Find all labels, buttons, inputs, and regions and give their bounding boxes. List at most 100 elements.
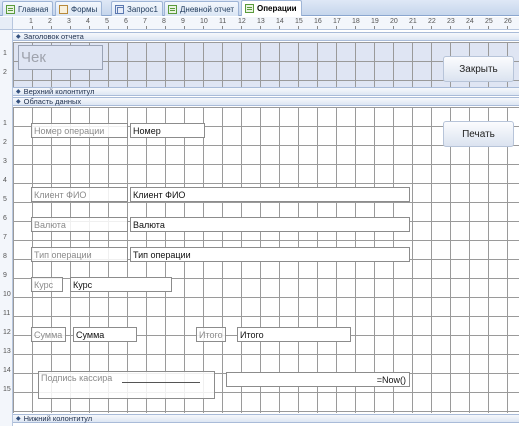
- ruler-tick: [507, 26, 508, 29]
- tab-label: Дневной отчет: [180, 4, 235, 14]
- section-label: Верхний колонтитул: [23, 87, 95, 96]
- ruler-tick: [203, 26, 204, 29]
- vertical-ruler[interactable]: 1 2 1 2 3 4 5 6 7 8 9 10 11 12 13 14 15: [0, 30, 13, 426]
- ruler-number: 4: [86, 18, 90, 25]
- report-icon: [6, 4, 15, 14]
- ruler-number: 3: [67, 18, 71, 25]
- rate-label[interactable]: Курс: [31, 277, 63, 292]
- ruler-tick: [222, 26, 223, 29]
- ruler-number: 13: [257, 18, 265, 25]
- tab-formy[interactable]: Формы: [55, 1, 103, 16]
- collapse-arrow-icon: ◆: [16, 99, 21, 105]
- ruler-number: 10: [200, 18, 208, 25]
- ruler-tick: [108, 26, 109, 29]
- signature-line: [122, 382, 200, 383]
- ruler-number: 8: [162, 18, 166, 25]
- ruler-number: 1: [3, 120, 7, 127]
- number-label[interactable]: Номер операции: [31, 123, 128, 138]
- ruler-tick: [241, 26, 242, 29]
- ruler-number: 8: [3, 253, 7, 260]
- client-field[interactable]: Клиент ФИО: [130, 187, 410, 202]
- ruler-tick: [260, 26, 261, 29]
- ruler-number: 16: [314, 18, 322, 25]
- close-button[interactable]: Закрыть: [443, 56, 514, 82]
- ruler-number: 6: [124, 18, 128, 25]
- collapse-arrow-icon: ◆: [16, 416, 21, 422]
- ruler-tick: [279, 26, 280, 29]
- query-icon: [115, 4, 124, 14]
- ruler-tick: [412, 26, 413, 29]
- section-label: Область данных: [23, 97, 82, 106]
- ruler-number: 4: [3, 177, 7, 184]
- ruler-number: 3: [3, 158, 7, 165]
- rate-field[interactable]: Курс: [70, 277, 172, 292]
- ruler-tick: [488, 26, 489, 29]
- tab-label: Операции: [257, 4, 297, 13]
- number-field[interactable]: Номер: [130, 123, 205, 138]
- ruler-number: 26: [504, 18, 512, 25]
- report-icon: [245, 4, 254, 13]
- document-tab-bar: Главная Формы Запрос1 Дневной отчет Опер…: [0, 0, 519, 16]
- ruler-tick: [146, 26, 147, 29]
- ruler-number: 10: [3, 291, 11, 298]
- operation-type-field[interactable]: Тип операции: [130, 247, 410, 262]
- signature-label[interactable]: Подпись кассира: [38, 371, 215, 399]
- sum-field[interactable]: Сумма: [73, 327, 137, 342]
- ruler-number: 13: [3, 348, 11, 355]
- report-title-label[interactable]: Чек: [18, 45, 103, 70]
- tab-glavnaya[interactable]: Главная: [2, 1, 54, 16]
- horizontal-ruler[interactable]: 1 2 3 4 5 6 7 8 9 10 11 12 13 14 15 16 17 18 19 20 21 22 23 24 2…: [13, 17, 519, 30]
- tab-label: Формы: [71, 4, 98, 14]
- section-label: Нижний колонтитул: [23, 414, 93, 423]
- ruler-tick: [317, 26, 318, 29]
- ruler-tick: [450, 26, 451, 29]
- ruler-number: 21: [409, 18, 417, 25]
- collapse-arrow-icon: ◆: [16, 89, 21, 95]
- ruler-tick: [89, 26, 90, 29]
- ruler-number: 2: [48, 18, 52, 25]
- currency-field[interactable]: Валюта: [130, 217, 410, 232]
- ruler-corner[interactable]: [0, 17, 13, 30]
- ruler-number: 2: [3, 69, 7, 76]
- tab-zapros1[interactable]: Запрос1: [111, 1, 163, 16]
- ruler-number: 12: [238, 18, 246, 25]
- print-button[interactable]: Печать: [443, 121, 514, 147]
- date-field[interactable]: =Now(): [226, 372, 410, 387]
- currency-label[interactable]: Валюта: [31, 217, 128, 232]
- total-field[interactable]: Итого: [237, 327, 351, 342]
- ruler-number: 11: [3, 310, 11, 317]
- tab-operatsii[interactable]: Операции: [241, 0, 302, 16]
- ruler-number: 9: [3, 272, 7, 279]
- ruler-number: 22: [428, 18, 436, 25]
- ruler-tick: [51, 26, 52, 29]
- ruler-number: 2: [3, 139, 7, 146]
- ruler-number: 12: [3, 329, 11, 336]
- section-report-header[interactable]: ◆ Заголовок отчета: [13, 32, 519, 41]
- section-detail[interactable]: ◆ Область данных: [13, 97, 519, 106]
- ruler-tick: [70, 26, 71, 29]
- operation-type-label[interactable]: Тип операции: [31, 247, 128, 262]
- ruler-number: 9: [181, 18, 185, 25]
- ruler-number: 23: [447, 18, 455, 25]
- section-page-header[interactable]: ◆ Верхний колонтитул: [13, 87, 519, 96]
- ruler-number: 25: [485, 18, 493, 25]
- ruler-tick: [184, 26, 185, 29]
- ruler-number: 5: [3, 196, 7, 203]
- sum-label[interactable]: Сумма: [31, 327, 66, 342]
- ruler-number: 14: [276, 18, 284, 25]
- ruler-tick: [431, 26, 432, 29]
- ruler-tick: [393, 26, 394, 29]
- ruler-number: 7: [143, 18, 147, 25]
- ruler-number: 5: [105, 18, 109, 25]
- total-label[interactable]: Итого: [196, 327, 226, 342]
- ruler-number: 6: [3, 215, 7, 222]
- tab-label: Главная: [18, 4, 49, 14]
- ruler-tick: [336, 26, 337, 29]
- section-page-footer[interactable]: ◆ Нижний колонтитул: [13, 414, 519, 423]
- ruler-tick: [355, 26, 356, 29]
- ruler-tick: [374, 26, 375, 29]
- tab-dnevnoy-otchet[interactable]: Дневной отчет: [164, 1, 240, 16]
- client-label[interactable]: Клиент ФИО: [31, 187, 128, 202]
- section-label: Заголовок отчета: [23, 32, 84, 41]
- ruler-number: 20: [390, 18, 398, 25]
